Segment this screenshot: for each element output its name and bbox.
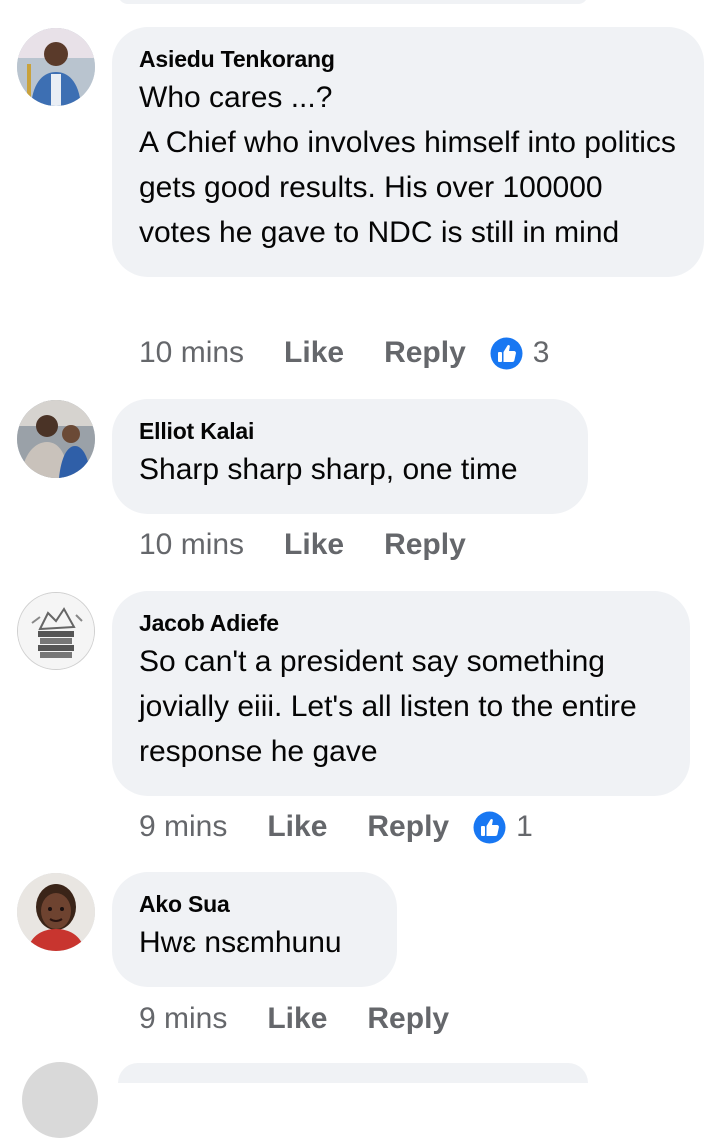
comment-actions: 9 mins Like Reply [139, 997, 449, 1041]
avatar-photo [18, 593, 94, 669]
comment-timestamp[interactable]: 9 mins [139, 1002, 227, 1036]
avatar[interactable] [17, 873, 95, 951]
avatar[interactable] [17, 592, 95, 670]
comment-actions: 10 mins Like Reply [139, 523, 466, 567]
comment-bubble[interactable]: Asiedu Tenkorang Who cares ...? A Chief … [112, 27, 704, 277]
comment-text: Hwɛ nsɛmhunu [139, 926, 342, 959]
avatar[interactable] [17, 28, 95, 106]
like-button[interactable]: Like [284, 528, 344, 562]
comment-actions: 9 mins Like Reply 1 [139, 805, 533, 849]
like-button[interactable]: Like [284, 336, 344, 370]
like-thumbs-up-icon [473, 811, 506, 843]
comment-text: Sharp sharp sharp, one time [139, 453, 518, 486]
comment-timestamp[interactable]: 10 mins [139, 336, 244, 370]
comment-author[interactable]: Elliot Kalai [139, 417, 561, 445]
comment-author[interactable]: Jacob Adiefe [139, 609, 663, 637]
comment-author[interactable]: Ako Sua [139, 890, 370, 918]
like-button[interactable]: Like [267, 1002, 327, 1036]
comment-bubble[interactable]: Jacob Adiefe So can't a president say so… [112, 591, 690, 796]
comment-bubble[interactable]: Elliot Kalai Sharp sharp sharp, one time [112, 399, 588, 514]
next-comment-bubble-edge [118, 1063, 588, 1083]
avatar[interactable] [17, 400, 95, 478]
reaction-summary[interactable]: 1 [473, 810, 533, 844]
reaction-summary[interactable]: 3 [490, 336, 550, 370]
avatar-photo [17, 28, 95, 106]
like-button[interactable]: Like [267, 810, 327, 844]
comment-bubble[interactable]: Ako Sua Hwɛ nsɛmhunu [112, 872, 397, 987]
comment-text: So can't a president say something jovia… [139, 645, 637, 768]
avatar-photo [17, 873, 95, 951]
reply-button[interactable]: Reply [367, 1002, 449, 1036]
reply-button[interactable]: Reply [384, 528, 466, 562]
comment-actions: 10 mins Like Reply 3 [139, 331, 549, 375]
comment-timestamp[interactable]: 10 mins [139, 528, 244, 562]
reply-button[interactable]: Reply [384, 336, 466, 370]
comment-timestamp[interactable]: 9 mins [139, 810, 227, 844]
previous-comment-bubble-edge [118, 0, 588, 4]
next-comment-avatar-edge [22, 1062, 98, 1138]
comment-text: Who cares ...? A Chief who involves hims… [139, 81, 676, 249]
reaction-count: 3 [532, 336, 550, 369]
like-thumbs-up-icon [490, 337, 523, 369]
reaction-count: 1 [516, 810, 533, 843]
reply-button[interactable]: Reply [367, 810, 449, 844]
avatar-photo [17, 400, 95, 478]
comment-author[interactable]: Asiedu Tenkorang [139, 45, 677, 73]
